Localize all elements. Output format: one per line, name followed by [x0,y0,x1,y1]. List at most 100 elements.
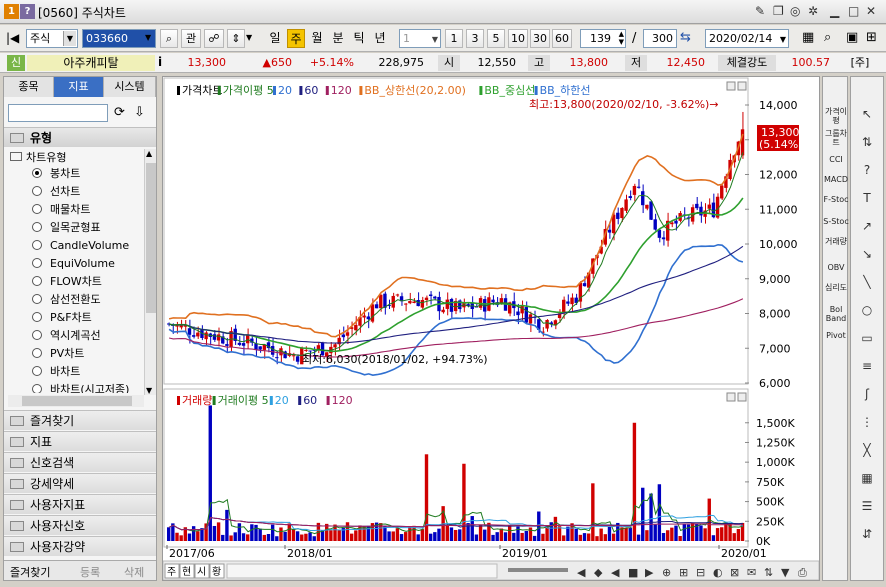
chevron-down-icon[interactable]: ▼ [432,31,438,48]
grid-icon[interactable]: ▦ [857,469,877,487]
gear-icon[interactable]: ✲ [808,4,818,18]
chart-type-option[interactable]: 매물차트 [32,201,90,219]
count-input[interactable]: 139 ▲ ▼ [580,29,626,48]
indicator-shortcut[interactable]: 거래량 [823,237,849,246]
chart-type-option[interactable]: 삼선전환도 [32,291,101,309]
radio-icon[interactable] [32,222,42,232]
radio-icon[interactable] [32,384,42,393]
folder-item[interactable]: 지표 [4,431,156,451]
folder-item[interactable]: 사용자신호 [4,515,156,535]
period-tick[interactable]: 틱 [350,29,368,48]
indicator-shortcut[interactable]: F-Stoc [823,195,849,204]
chart-type-option[interactable]: FLOW차트 [32,273,102,291]
radio-icon[interactable] [32,204,42,214]
scrollbar-thumb[interactable] [146,163,156,313]
search-chart-icon[interactable]: ⌕ [824,30,831,45]
download-icon[interactable]: ⇩ [134,105,145,120]
chart-type-option[interactable]: EquiVolume [32,255,115,273]
indicator-shortcut[interactable]: 그룹차트 [823,129,849,147]
pointer-icon[interactable]: ↖ [857,105,877,123]
market-select[interactable]: 주식 ▼ [26,29,78,48]
info-icon[interactable]: i [158,55,170,69]
help-badge[interactable]: ? [20,4,35,19]
radio-icon[interactable] [32,258,42,268]
indicator-search-input[interactable] [8,104,108,122]
indicator-shortcut[interactable]: OBV [823,263,849,272]
radio-icon[interactable] [32,330,42,340]
trend-down-icon[interactable]: ↘ [857,245,877,263]
tab-favorites[interactable]: 즐겨찾기 [10,564,50,580]
copy-icon[interactable]: ❐ [773,4,784,18]
gwan-button[interactable]: 관 [181,29,201,48]
curve-icon[interactable]: ʃ [857,385,877,403]
section-type[interactable]: 유형 [4,127,156,147]
layout-icon[interactable]: ⊞ [866,30,877,45]
refresh-icon[interactable]: ⇆ [680,30,691,45]
radio-icon[interactable] [32,294,42,304]
search-icon[interactable]: ⌕ [160,29,178,48]
scroll-up-icon[interactable]: ▲ [146,149,152,158]
interval-1[interactable]: 1 [445,29,463,48]
date-input[interactable]: 2020/02/14 ▼ [705,29,789,48]
interval-select[interactable]: 1 ▼ [399,29,441,48]
indicator-shortcut[interactable]: Bol Band [823,305,849,323]
horizontal-scrollbar[interactable] [8,395,144,407]
chart-type-option[interactable]: 선차트 [32,183,80,201]
chart-type-option[interactable]: 일목균형표 [32,219,101,237]
indicator-shortcut[interactable]: 심리도 [823,283,849,292]
tab-stock[interactable]: 종목 [4,77,54,97]
folder-item[interactable]: 강세약세 [4,473,156,493]
indicator-shortcut[interactable]: MACD [823,175,849,184]
radio-icon[interactable] [32,186,42,196]
interval-60[interactable]: 60 [552,29,572,48]
chart-type-option[interactable]: 역시계곡선 [32,327,101,345]
help-icon[interactable]: ? [857,161,877,179]
period-month[interactable]: 월 [308,29,326,48]
chart-type-option[interactable]: 바차트(시고저종) [32,381,129,393]
vertical-line-icon[interactable]: ⋮ [857,413,877,431]
close-icon[interactable]: ✕ [866,4,876,18]
chevron-down-icon[interactable]: ▼ [780,31,786,48]
folder-item[interactable]: 신호검색 [4,452,156,472]
list-icon[interactable]: ☰ [857,497,877,515]
chart-type-option[interactable]: CandleVolume [32,237,129,255]
total-input[interactable]: 300 [643,29,677,48]
folder-item[interactable]: 사용자지표 [4,494,156,514]
memo-icon[interactable]: ✎ [755,4,765,18]
move-icon[interactable]: ⇅ [857,133,877,151]
chart-type-option[interactable]: P&F차트 [32,309,92,327]
period-minute[interactable]: 분 [329,29,347,48]
trend-up-icon[interactable]: ↗ [857,217,877,235]
radio-icon[interactable] [32,168,42,178]
camera-icon[interactable]: ◎ [790,4,800,18]
chevron-down-icon[interactable]: ▼ [246,33,252,42]
radio-icon[interactable] [32,366,42,376]
chart-frame[interactable]: 14,00013,00012,00011,00010,0009,0008,000… [162,76,820,581]
chart-type-option[interactable]: PV차트 [32,345,84,363]
text-icon[interactable]: T [857,189,877,207]
vertical-scrollbar[interactable]: ▲ ▼ [144,149,156,395]
radio-icon[interactable] [32,348,42,358]
folder-item[interactable]: 사용자강약 [4,536,156,556]
chart-type-option[interactable]: 바차트 [32,363,80,381]
tab-indicator[interactable]: 지표 [54,77,104,97]
indicator-shortcut[interactable]: 가격이평 [823,107,849,125]
circle-icon[interactable]: ○ [857,301,877,319]
fibonacci-icon[interactable]: ≡ [857,357,877,375]
interval-3[interactable]: 3 [466,29,484,48]
folder-item[interactable]: 즐겨찾기 [4,410,156,430]
window-badge-1[interactable]: 1 [4,4,19,19]
maximize-icon[interactable]: □ [848,4,859,18]
sort-icon[interactable]: ⇵ [857,525,877,543]
interval-30[interactable]: 30 [530,29,550,48]
count-stepper-icon[interactable]: ▲ ▼ [619,30,624,46]
radio-icon[interactable] [32,240,42,250]
calculator-icon[interactable]: ▦ [802,30,814,45]
hscrollbar-thumb[interactable] [22,396,132,406]
first-icon[interactable]: |◀ [6,31,19,45]
chevron-down-icon[interactable]: ▼ [63,31,76,46]
link-icon[interactable]: ☍ [204,29,224,48]
delete-button[interactable]: 삭제 [124,564,144,580]
indicator-shortcut[interactable]: S-Stoc [823,217,849,226]
radio-icon[interactable] [32,276,42,286]
